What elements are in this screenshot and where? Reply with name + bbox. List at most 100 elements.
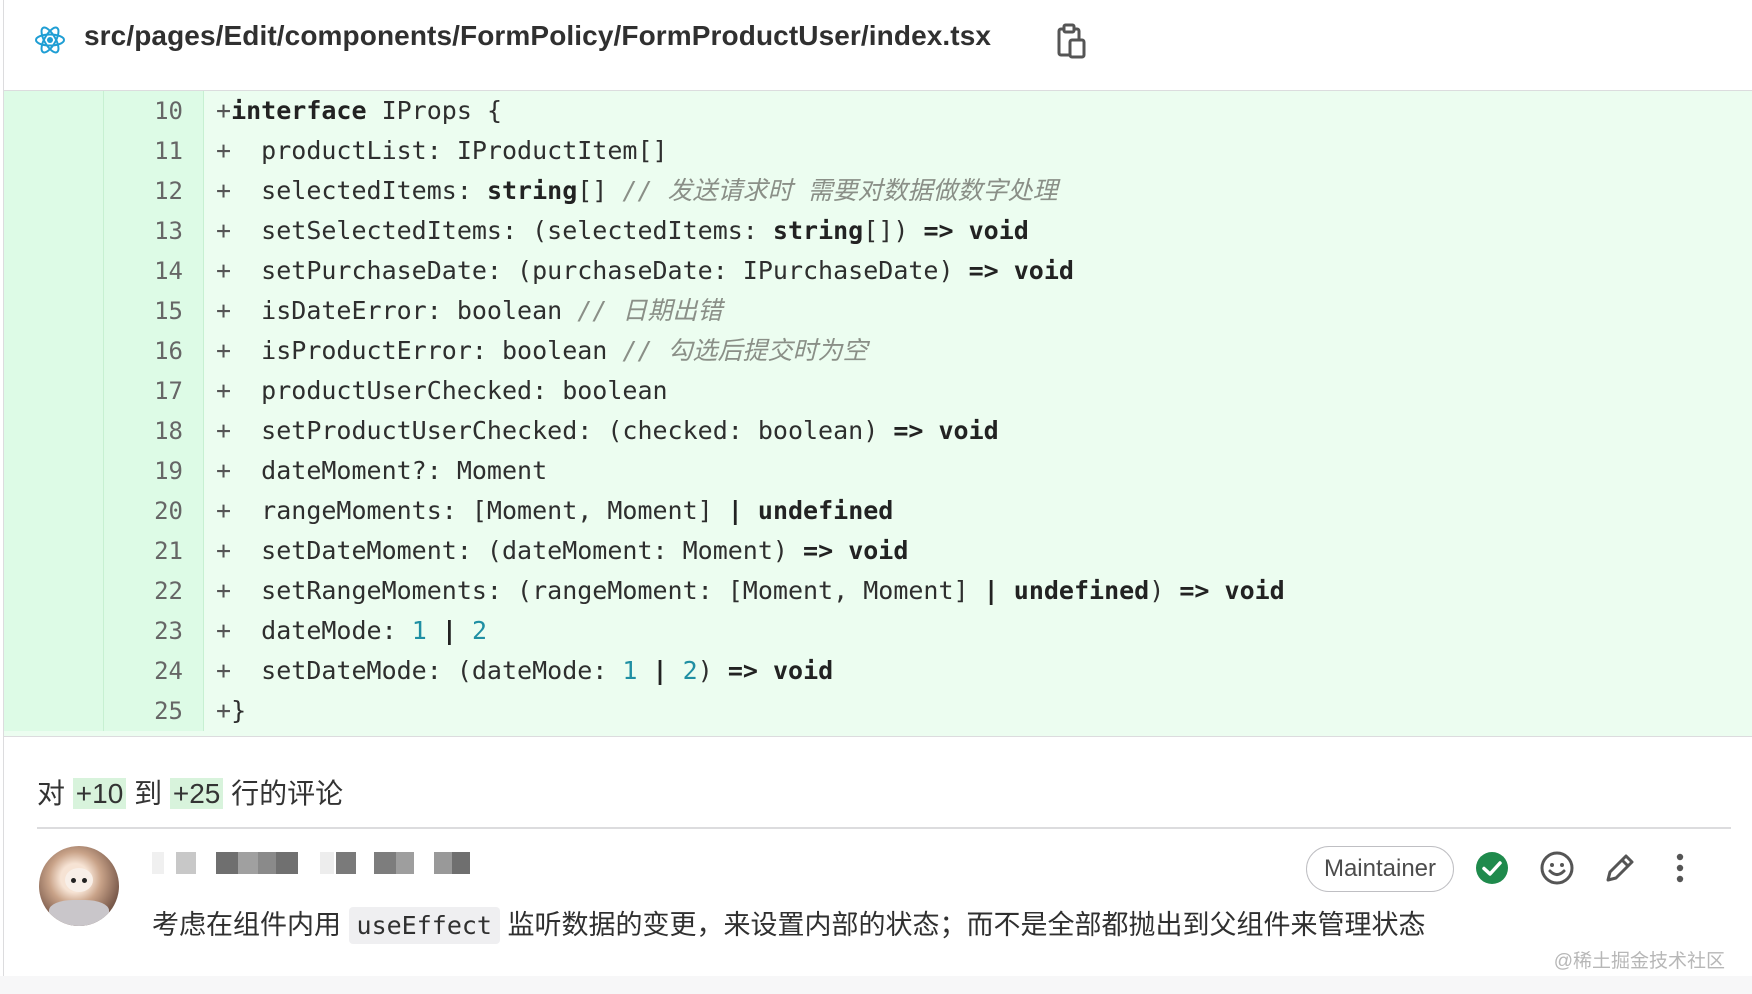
old-line-number[interactable] — [4, 91, 104, 131]
diff-line[interactable]: 16 + isProductError: boolean // 勾选后提交时为空 — [4, 331, 1752, 371]
old-line-number[interactable] — [4, 491, 104, 531]
new-line-number[interactable]: 25 — [104, 691, 204, 731]
code-line: + setProductUserChecked: (checked: boole… — [216, 411, 999, 451]
new-line-number[interactable]: 21 — [104, 531, 204, 571]
diff-line[interactable]: 10 +interface IProps { — [4, 91, 1752, 131]
clipboard-icon[interactable] — [1056, 22, 1088, 60]
code-line: + setDateMode: (dateMode: 1 | 2) => void — [216, 651, 833, 691]
added-marker: + — [216, 696, 232, 725]
old-line-number[interactable] — [4, 211, 104, 251]
code-line: +} — [216, 691, 246, 731]
new-line-number[interactable]: 11 — [104, 131, 204, 171]
old-line-number[interactable] — [4, 611, 104, 651]
new-line-number[interactable]: 19 — [104, 451, 204, 491]
summary-prefix: 对 — [37, 778, 66, 809]
code-token: | — [652, 656, 668, 685]
new-line-number[interactable]: 23 — [104, 611, 204, 651]
old-line-number[interactable] — [4, 411, 104, 451]
line-from[interactable]: +10 — [72, 778, 127, 809]
diff-line[interactable]: 23 + dateMode: 1 | 2 — [4, 611, 1752, 651]
code-line: + setDateMoment: (dateMoment: Moment) =>… — [216, 531, 908, 571]
edit-pencil-icon[interactable] — [1602, 850, 1638, 886]
code-token: => — [727, 656, 758, 685]
old-line-number[interactable] — [4, 531, 104, 571]
diff-line[interactable]: 21 + setDateMoment: (dateMoment: Moment) … — [4, 531, 1752, 571]
diff-line[interactable]: 24 + setDateMode: (dateMode: 1 | 2) => vo… — [4, 651, 1752, 691]
diff-line[interactable]: 25 +} — [4, 691, 1752, 731]
diff-line[interactable]: 22 + setRangeMoments: (rangeMoment: [Mome… — [4, 571, 1752, 611]
added-marker: + — [216, 656, 232, 685]
added-marker: + — [216, 576, 232, 605]
new-line-number[interactable]: 20 — [104, 491, 204, 531]
file-path[interactable]: src/pages/Edit/components/FormPolicy/For… — [84, 20, 991, 52]
old-line-number[interactable] — [4, 251, 104, 291]
old-line-number[interactable] — [4, 691, 104, 731]
diff-line[interactable]: 17 + productUserChecked: boolean — [4, 371, 1752, 411]
diff-line[interactable]: 18 + setProductUserChecked: (checked: boo… — [4, 411, 1752, 451]
role-badge: Maintainer — [1306, 846, 1454, 892]
diff-line[interactable]: 13 + setSelectedItems: (selectedItems: st… — [4, 211, 1752, 251]
code-token: dateMoment?: Moment — [231, 456, 548, 485]
diff-line[interactable]: 20 + rangeMoments: [Moment, Moment] | und… — [4, 491, 1752, 531]
new-line-number[interactable]: 22 — [104, 571, 204, 611]
new-line-number[interactable]: 14 — [104, 251, 204, 291]
new-line-number[interactable]: 12 — [104, 171, 204, 211]
new-line-number[interactable]: 15 — [104, 291, 204, 331]
new-line-number[interactable]: 18 — [104, 411, 204, 451]
bottom-strip — [0, 976, 1752, 994]
diff-line[interactable]: 12 + selectedItems: string[] // 发送请求时 需要对… — [4, 171, 1752, 211]
diff-line[interactable]: 19 + dateMoment?: Moment — [4, 451, 1752, 491]
code-token: => — [1179, 576, 1210, 605]
react-icon — [35, 26, 65, 54]
avatar[interactable] — [39, 846, 119, 926]
summary-suffix: 行的评论 — [231, 778, 344, 809]
old-line-number[interactable] — [4, 131, 104, 171]
diff-panel: src/pages/Edit/components/FormPolicy/For… — [3, 0, 1752, 994]
old-line-number[interactable] — [4, 291, 104, 331]
author-name-redacted[interactable] — [152, 852, 512, 874]
diff-line[interactable]: 14 + setPurchaseDate: (purchaseDate: IPur… — [4, 251, 1752, 291]
added-marker: + — [216, 296, 232, 325]
line-to[interactable]: +25 — [169, 778, 224, 809]
code-token: // 日期出错 — [577, 296, 723, 325]
code-token: undefined — [1013, 576, 1150, 605]
code-token: void — [848, 536, 909, 565]
code-token: void — [938, 416, 999, 445]
new-line-number[interactable]: 17 — [104, 371, 204, 411]
new-line-number[interactable]: 10 — [104, 91, 204, 131]
code-token: setDateMode: (dateMode: — [231, 656, 623, 685]
new-line-number[interactable]: 13 — [104, 211, 204, 251]
code-line: + rangeMoments: [Moment, Moment] | undef… — [216, 491, 893, 531]
resolve-check-icon[interactable] — [1474, 850, 1510, 886]
code-token: dateMode: — [231, 616, 412, 645]
old-line-number[interactable] — [4, 651, 104, 691]
old-line-number[interactable] — [4, 571, 104, 611]
code-token: productList: IProductItem[] — [231, 136, 668, 165]
old-line-number[interactable] — [4, 171, 104, 211]
code-token: 1 — [622, 656, 638, 685]
code-token: setPurchaseDate: (purchaseDate: IPurchas… — [231, 256, 969, 285]
code-token: // 勾选后提交时为空 — [622, 336, 868, 365]
code-token: | — [441, 616, 457, 645]
emoji-icon[interactable] — [1539, 850, 1575, 886]
code-token: 2 — [682, 656, 698, 685]
code-line: + productList: IProductItem[] — [216, 131, 668, 171]
old-line-number[interactable] — [4, 331, 104, 371]
new-line-number[interactable]: 24 — [104, 651, 204, 691]
added-marker: + — [216, 496, 232, 525]
more-vertical-icon[interactable] — [1662, 850, 1698, 886]
diff-line[interactable]: 15 + isDateError: boolean // 日期出错 — [4, 291, 1752, 331]
old-line-number[interactable] — [4, 451, 104, 491]
old-line-number[interactable] — [4, 371, 104, 411]
code-token: } — [231, 696, 247, 725]
new-line-number[interactable]: 16 — [104, 331, 204, 371]
comment-text-after: 监听数据的变更，来设置内部的状态；而不是全部都抛出到父组件来管理状态 — [507, 910, 1426, 940]
code-token: | — [983, 576, 999, 605]
diff-line[interactable]: 11 + productList: IProductItem[] — [4, 131, 1752, 171]
